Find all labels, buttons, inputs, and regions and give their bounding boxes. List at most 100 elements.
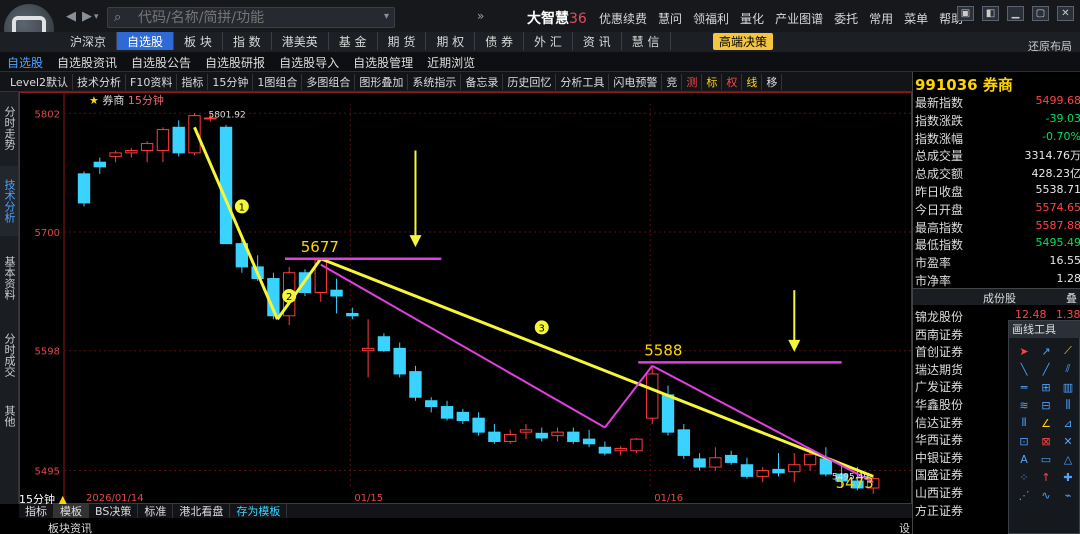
settings-button[interactable]: 设 [899,520,910,534]
watchlist-tab[interactable]: 自选股导入 [272,54,346,70]
skin-button[interactable]: ◧ [982,6,999,21]
draw-tool-icon[interactable]: A [1015,451,1033,467]
toolbar-button[interactable]: 移 [762,74,783,90]
view-tab[interactable]: 分时走势 [0,96,18,160]
top-menu-item[interactable]: 量化 [740,10,764,27]
watchlist-tab[interactable]: 自选股研报 [198,54,272,70]
close-button[interactable]: ✕ [1057,6,1074,21]
toolbar-button[interactable]: 测 [682,74,703,90]
bottom-tab[interactable]: 港北看盘 [173,504,231,518]
draw-tool-icon[interactable]: ⌁ [1059,487,1077,503]
draw-tool-icon[interactable]: ⊞ [1037,379,1055,395]
market-tab[interactable]: 港美英 [272,32,329,50]
draw-tool-icon[interactable]: ➤ [1015,343,1033,359]
toolbar-button[interactable]: 多图组合 [302,74,356,90]
draw-tool-icon[interactable]: ╲ [1015,361,1033,377]
draw-tool-icon[interactable]: ⊡ [1015,433,1033,449]
draw-tool-icon[interactable]: ✚ [1059,469,1077,485]
toolbar-button[interactable]: 标 [702,74,723,90]
toolbar-button[interactable]: 备忘录 [461,74,504,90]
market-tab[interactable]: 债 券 [475,32,525,50]
draw-tool-icon[interactable]: ↑ [1037,469,1055,485]
top-menu-item[interactable]: 优惠续费 [599,10,647,27]
watchlist-tab[interactable]: 自选股管理 [346,54,420,70]
toolbar-button[interactable]: 图形叠加 [355,74,409,90]
draw-tool-icon[interactable]: △ [1059,451,1077,467]
bottom-tab[interactable]: 存为模板 [230,504,288,518]
toolbar-button[interactable]: 线 [742,74,763,90]
market-tab[interactable]: 板 块 [174,32,223,50]
draw-tool-icon[interactable]: ≋ [1015,397,1033,413]
bottom-tab[interactable]: 标准 [138,504,174,518]
pin-window-button[interactable]: ▣ [957,6,974,21]
view-tab[interactable]: 其他 [0,396,18,436]
market-tab[interactable]: 基 金 [329,32,378,50]
search-dropdown-icon[interactable]: ▾ [384,11,389,22]
toolbar-button[interactable]: Level2默认 [6,74,74,90]
draw-tool-icon[interactable]: ▭ [1037,451,1055,467]
draw-tool-icon[interactable]: ∠ [1037,415,1055,431]
overlay-button[interactable]: 叠 [1066,290,1077,306]
search-box[interactable]: ⌕ ▾ [107,7,395,28]
minimize-button[interactable]: ▁ [1007,6,1024,21]
market-tab[interactable]: 自选股 [117,32,175,50]
kline-chart[interactable]: 5802 5700 5598 5495 2026/01/14 01/15 01/16 5677… [19,92,912,504]
top-menu-item[interactable]: 委托 [834,10,858,27]
toolbar-button[interactable]: 15分钟 [208,74,254,90]
draw-tool-icon[interactable]: ╱ [1037,361,1055,377]
toolbar-button[interactable]: 系统指示 [408,74,462,90]
star-icon[interactable]: ★ [89,94,99,107]
draw-tool-icon[interactable]: ⊟ [1037,397,1055,413]
market-tab[interactable]: 期 货 [378,32,427,50]
market-tab[interactable]: 期 权 [426,32,476,50]
top-menu-item[interactable]: 菜单 [904,10,928,27]
market-tab[interactable]: 慧 信 [622,32,671,50]
toolbar-button[interactable]: 历史回忆 [503,74,557,90]
draw-tool-icon[interactable]: ⫼ [1059,397,1077,413]
toolbar-button[interactable]: 分析工具 [556,74,610,90]
draw-tool-icon[interactable]: ✕ [1059,433,1077,449]
market-tab[interactable]: 沪深京 [60,32,118,50]
draw-tool-icon[interactable]: ▥ [1059,379,1077,395]
draw-tool-icon[interactable]: ⦀ [1015,415,1033,431]
watchlist-tab[interactable]: 自选股 [0,54,50,70]
draw-tool-icon[interactable]: ⋰ [1015,487,1033,503]
toolbar-button[interactable]: 竞 [662,74,683,90]
toolbar-button[interactable]: 闪电预警 [609,74,663,90]
advanced-decision-button[interactable]: 高端决策 [713,33,774,50]
draw-tool-icon[interactable]: ⫽ [1059,361,1077,377]
watchlist-tab[interactable]: 近期浏览 [420,54,482,70]
draw-tool-icon[interactable]: ⁘ [1015,469,1033,485]
toolbar-button[interactable]: 指标 [177,74,209,90]
draw-tool-icon[interactable]: ⟋ [1059,343,1077,359]
bottom-tab[interactable]: 模板 [54,504,89,518]
market-tab[interactable]: 资 讯 [573,32,622,50]
bottom-tab[interactable]: BS决策 [89,504,139,518]
toolbar-button[interactable]: 权 [722,74,743,90]
kline-svg[interactable]: 58025700559854952026/01/14 01/15 01/165677… [19,92,912,504]
top-menu-item[interactable]: 常用 [869,10,893,27]
view-tab[interactable]: 分时成交 [0,320,18,390]
more-menu-button[interactable]: » [477,9,484,23]
top-menu-item[interactable]: 慧问 [658,10,682,27]
view-tab[interactable]: 技术分析 [0,166,18,236]
maximize-button[interactable]: ▢ [1032,6,1049,21]
sector-news-link[interactable]: 板块资讯 [48,520,92,534]
forward-arrow-icon[interactable]: ▶ [82,9,92,24]
market-tab[interactable]: 指 数 [223,32,272,50]
back-arrow-icon[interactable]: ◀ [66,9,76,24]
top-menu-item[interactable]: 领福利 [693,10,729,27]
draw-tool-icon[interactable]: ⊠ [1037,433,1055,449]
top-menu-item[interactable]: 产业图谱 [775,10,823,27]
watchlist-tab[interactable]: 自选股资讯 [50,54,124,70]
toolbar-button[interactable]: 技术分析 [73,74,127,90]
draw-tool-icon[interactable]: ⊿ [1059,415,1077,431]
view-tab[interactable]: 基本资料 [0,242,18,314]
draw-tool-icon[interactable]: ∿ [1037,487,1055,503]
watchlist-tab[interactable]: 自选股公告 [124,54,198,70]
toolbar-button[interactable]: F10资料 [126,74,178,90]
draw-tool-icon[interactable]: ═ [1015,379,1033,395]
draw-tool-icon[interactable]: ↗ [1037,343,1055,359]
search-input[interactable] [138,9,368,27]
toolbar-button[interactable]: 1图组合 [253,74,303,90]
